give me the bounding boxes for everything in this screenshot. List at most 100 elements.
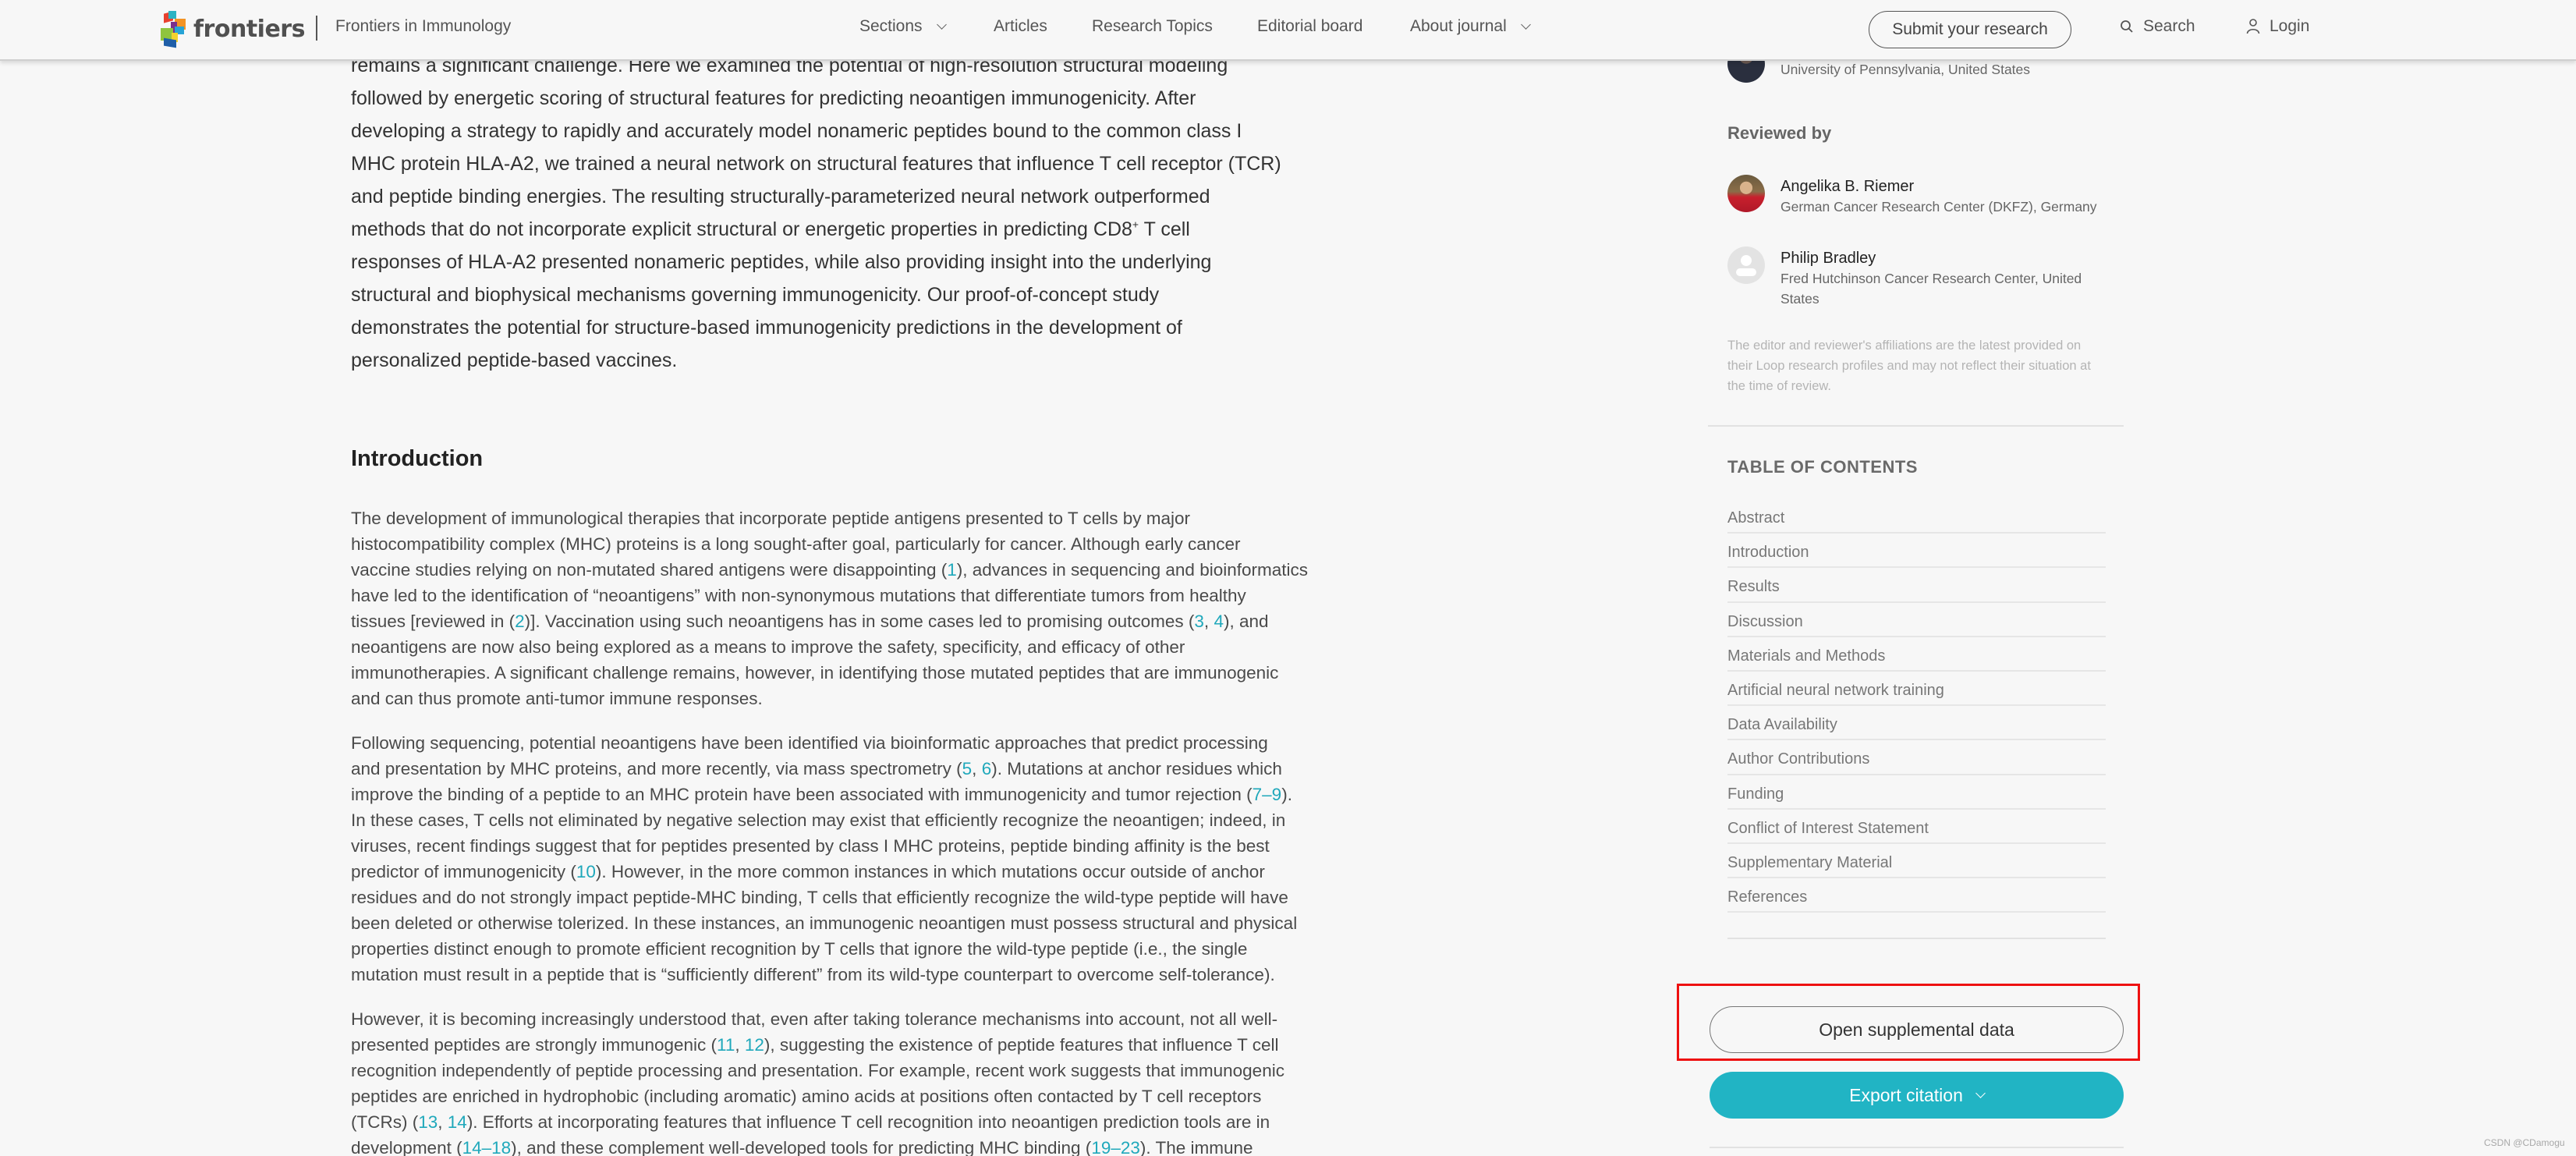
paragraph-line: In these cases, T cells not eliminated b… bbox=[351, 807, 1412, 833]
citation-link[interactable]: 13 bbox=[418, 1112, 438, 1132]
toc-item-data-availability[interactable]: Data Availability bbox=[1727, 706, 2106, 741]
text-segment: ). Efforts at incorporating features tha… bbox=[466, 1112, 1270, 1132]
citation-link[interactable]: 1 bbox=[947, 560, 957, 580]
citation-link[interactable]: 3 bbox=[1194, 612, 1204, 631]
toc-item-abstract[interactable]: Abstract bbox=[1727, 499, 2106, 534]
text-segment: , bbox=[972, 759, 982, 778]
editor-affiliation: University of Pennsylvania, United State… bbox=[1781, 62, 2031, 77]
abstract-line: and peptide binding energies. The result… bbox=[351, 186, 1210, 207]
toc-item-introduction[interactable]: Introduction bbox=[1727, 534, 2106, 569]
citation-link[interactable]: 11 bbox=[717, 1035, 735, 1055]
chevron-down-icon bbox=[1520, 19, 1531, 30]
toc-item-materials-methods[interactable]: Materials and Methods bbox=[1727, 637, 2106, 672]
text-segment: properties distinct enough to promote ef… bbox=[351, 939, 1248, 959]
citation-link[interactable]: 14 bbox=[448, 1112, 467, 1132]
paragraph-line: (TCRs) (13, 14). Efforts at incorporatin… bbox=[351, 1109, 1412, 1135]
sidebar-divider bbox=[1710, 1147, 2124, 1148]
citation-link[interactable]: 2 bbox=[515, 612, 525, 631]
export-citation-button[interactable]: Export citation bbox=[1710, 1072, 2124, 1119]
toc-item-supplementary-material[interactable]: Supplementary Material bbox=[1727, 844, 2106, 879]
reviewer-card[interactable]: Angelika B. Riemer German Cancer Researc… bbox=[1727, 175, 2116, 217]
toc-heading: TABLE OF CONTENTS bbox=[1727, 457, 1918, 477]
login-label: Login bbox=[2270, 17, 2310, 35]
toc-item-conflict-of-interest[interactable]: Conflict of Interest Statement bbox=[1727, 810, 2106, 844]
watermark: CSDN @CDamogu bbox=[2484, 1137, 2565, 1148]
avatar-placeholder bbox=[1727, 246, 1765, 284]
text-segment: ). bbox=[1281, 785, 1292, 804]
nav-articles-label: Articles bbox=[994, 17, 1047, 35]
text-segment: residues and do not strongly impact pept… bbox=[351, 888, 1288, 907]
paragraph-line: properties distinct enough to promote ef… bbox=[351, 936, 1412, 962]
citation-link[interactable]: 4 bbox=[1214, 612, 1224, 631]
abstract-line: structural and biophysical mechanisms go… bbox=[351, 284, 1160, 306]
user-placeholder-icon bbox=[1736, 255, 1756, 276]
search-button[interactable]: Search bbox=[2120, 17, 2195, 36]
text-segment: predictor of immunogenicity ( bbox=[351, 862, 576, 881]
search-icon bbox=[2121, 20, 2133, 33]
toc-item-author-contributions[interactable]: Author Contributions bbox=[1727, 740, 2106, 775]
login-button[interactable]: Login bbox=[2246, 17, 2309, 36]
journal-name[interactable]: Frontiers in Immunology bbox=[335, 17, 511, 36]
toc-item-discussion[interactable]: Discussion bbox=[1727, 603, 2106, 637]
nav-articles[interactable]: Articles bbox=[994, 17, 1047, 36]
table-of-contents: Abstract Introduction Results Discussion… bbox=[1727, 499, 2106, 913]
nav-research-topics-label: Research Topics bbox=[1092, 17, 1213, 35]
nav-about-journal[interactable]: About journal bbox=[1410, 17, 1531, 36]
text-segment: have led to the identification of “neoan… bbox=[351, 586, 1246, 605]
text-segment: immunotherapies. A significant challenge… bbox=[351, 663, 1279, 683]
text-segment: tissues [reviewed in ( bbox=[351, 612, 516, 631]
text-segment: improve the binding of a peptide to an M… bbox=[351, 785, 1253, 804]
nav-sections[interactable]: Sections bbox=[859, 17, 947, 36]
paragraph-line: mutation must result in a peptide that i… bbox=[351, 962, 1412, 988]
affiliation-disclaimer: The editor and reviewer's affiliations a… bbox=[1727, 339, 2091, 393]
toc-item-ann-training[interactable]: Artificial neural network training bbox=[1727, 672, 2106, 707]
reviewer-card[interactable]: Philip Bradley Fred Hutchinson Cancer Re… bbox=[1727, 246, 2116, 309]
text-segment: , bbox=[1203, 612, 1214, 631]
text-segment: recognition independently of peptide pro… bbox=[351, 1061, 1284, 1080]
paragraph-line: and can thus promote anti-tumor immune r… bbox=[351, 686, 1412, 711]
chevron-down-icon bbox=[1975, 1087, 1986, 1098]
frontiers-logo[interactable]: frontiers bbox=[161, 11, 305, 48]
reviewed-by-heading: Reviewed by bbox=[1727, 123, 1832, 143]
text-segment: However, it is becoming increasingly und… bbox=[351, 1009, 1278, 1029]
text-segment: mutation must result in a peptide that i… bbox=[351, 965, 1275, 984]
text-segment: ). The immune bbox=[1139, 1138, 1253, 1156]
text-segment: ), advances in sequencing and bioinforma… bbox=[956, 560, 1308, 580]
citation-link[interactable]: 12 bbox=[745, 1035, 764, 1055]
text-segment: )]. Vaccination using such neoantigens h… bbox=[524, 612, 1195, 631]
text-segment: peptides are enriched in hydrophobic (in… bbox=[351, 1087, 1262, 1106]
citation-link[interactable]: 19–23 bbox=[1091, 1138, 1140, 1156]
submit-research-button[interactable]: Submit your research bbox=[1869, 11, 2071, 48]
toc-item-results[interactable]: Results bbox=[1727, 568, 2106, 603]
open-supplemental-data-button[interactable]: Open supplemental data bbox=[1710, 1006, 2124, 1053]
export-citation-label: Export citation bbox=[1849, 1084, 1963, 1105]
toc-item-funding[interactable]: Funding bbox=[1727, 775, 2106, 810]
citation-link[interactable]: 7–9 bbox=[1253, 785, 1282, 804]
abstract-line: demonstrates the potential for structure… bbox=[351, 317, 1182, 339]
paragraph-line: improve the binding of a peptide to an M… bbox=[351, 782, 1412, 807]
toc-item-references[interactable]: References bbox=[1727, 878, 2106, 913]
header-divider bbox=[316, 16, 317, 41]
citation-link[interactable]: 6 bbox=[982, 759, 992, 778]
paragraph-line: have led to the identification of “neoan… bbox=[351, 583, 1412, 608]
citation-link[interactable]: 10 bbox=[576, 862, 596, 881]
paragraph-line: presented peptides are strongly immunoge… bbox=[351, 1032, 1412, 1058]
citation-link[interactable]: 14–18 bbox=[462, 1138, 512, 1156]
abstract-line: personalized peptide-based vaccines. bbox=[351, 349, 678, 371]
text-segment: and can thus promote anti-tumor immune r… bbox=[351, 689, 763, 708]
nav-research-topics[interactable]: Research Topics bbox=[1092, 17, 1213, 36]
paragraph-line: predictor of immunogenicity (10). Howeve… bbox=[351, 859, 1412, 885]
reviewer-name[interactable]: Philip Bradley bbox=[1781, 248, 2116, 268]
reviewer-name[interactable]: Angelika B. Riemer bbox=[1781, 176, 2116, 197]
abstract-line-text: methods that do not incorporate explicit… bbox=[351, 218, 1132, 240]
text-segment: , bbox=[735, 1035, 745, 1055]
paragraph-line: However, it is becoming increasingly und… bbox=[351, 1006, 1412, 1032]
abstract-line: MHC protein HLA-A2, we trained a neural … bbox=[351, 153, 1281, 175]
paragraph-line: vaccine studies relying on non-mutated s… bbox=[351, 557, 1412, 583]
text-segment: presented peptides are strongly immunoge… bbox=[351, 1035, 718, 1055]
citation-link[interactable]: 5 bbox=[962, 759, 973, 778]
abstract-line: methods that do not incorporate explicit… bbox=[351, 218, 1190, 241]
nav-editorial-board[interactable]: Editorial board bbox=[1257, 17, 1362, 36]
text-segment: Following sequencing, potential neoantig… bbox=[351, 733, 1268, 753]
text-segment: and presentation by MHC proteins, and mo… bbox=[351, 759, 962, 778]
